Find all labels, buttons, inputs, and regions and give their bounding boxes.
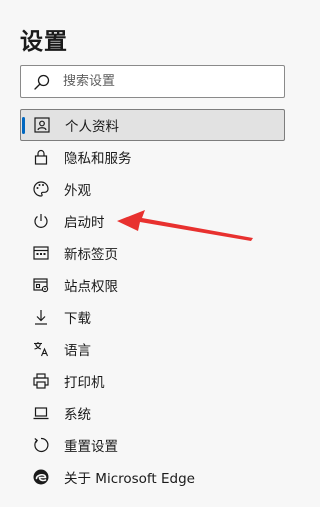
- edge-logo-icon: [32, 468, 50, 486]
- search-icon: [33, 73, 51, 91]
- nav-item-label: 站点权限: [64, 279, 118, 295]
- settings-nav: 个人资料 隐私和服务 外观 启动时 新标签页 站点权限 下载 语言 打印机 系统…: [20, 109, 285, 493]
- profile-icon: [33, 116, 51, 134]
- settings-sidebar: 设置 个人资料 隐私和服务 外观: [0, 0, 311, 507]
- language-icon: [32, 340, 50, 358]
- site-permissions-icon: [32, 276, 50, 294]
- nav-item-label: 重置设置: [64, 439, 118, 455]
- annotation-arrow: [117, 210, 253, 241]
- nav-item-label: 下载: [64, 311, 91, 327]
- palette-icon: [32, 180, 50, 198]
- nav-item-privacy[interactable]: 隐私和服务: [20, 141, 285, 173]
- nav-item-label: 新标签页: [64, 247, 118, 263]
- new-tab-icon: [32, 244, 50, 262]
- lock-icon: [32, 148, 50, 166]
- search-box[interactable]: [20, 65, 285, 98]
- nav-item-label: 个人资料: [65, 119, 119, 135]
- laptop-icon: [32, 404, 50, 422]
- nav-item-site-permissions[interactable]: 站点权限: [20, 269, 285, 301]
- power-icon: [32, 212, 50, 230]
- search-input[interactable]: [63, 74, 263, 89]
- nav-item-downloads[interactable]: 下载: [20, 301, 285, 333]
- nav-item-languages[interactable]: 语言: [20, 333, 285, 365]
- nav-item-label: 启动时: [64, 215, 105, 231]
- nav-item-label: 语言: [64, 343, 91, 359]
- reset-icon: [32, 436, 50, 454]
- nav-item-system[interactable]: 系统: [20, 397, 285, 429]
- nav-item-appearance[interactable]: 外观: [20, 173, 285, 205]
- nav-item-label: 系统: [64, 407, 91, 423]
- nav-item-about[interactable]: 关于 Microsoft Edge: [20, 461, 285, 493]
- printer-icon: [32, 372, 50, 390]
- nav-item-printers[interactable]: 打印机: [20, 365, 285, 397]
- page-title: 设置: [20, 29, 68, 55]
- nav-item-label: 关于 Microsoft Edge: [64, 471, 195, 487]
- nav-item-label: 外观: [64, 183, 91, 199]
- nav-item-reset[interactable]: 重置设置: [20, 429, 285, 461]
- nav-item-profile[interactable]: 个人资料: [20, 109, 285, 141]
- download-icon: [32, 308, 50, 326]
- nav-item-label: 打印机: [64, 375, 105, 391]
- nav-item-label: 隐私和服务: [64, 151, 132, 167]
